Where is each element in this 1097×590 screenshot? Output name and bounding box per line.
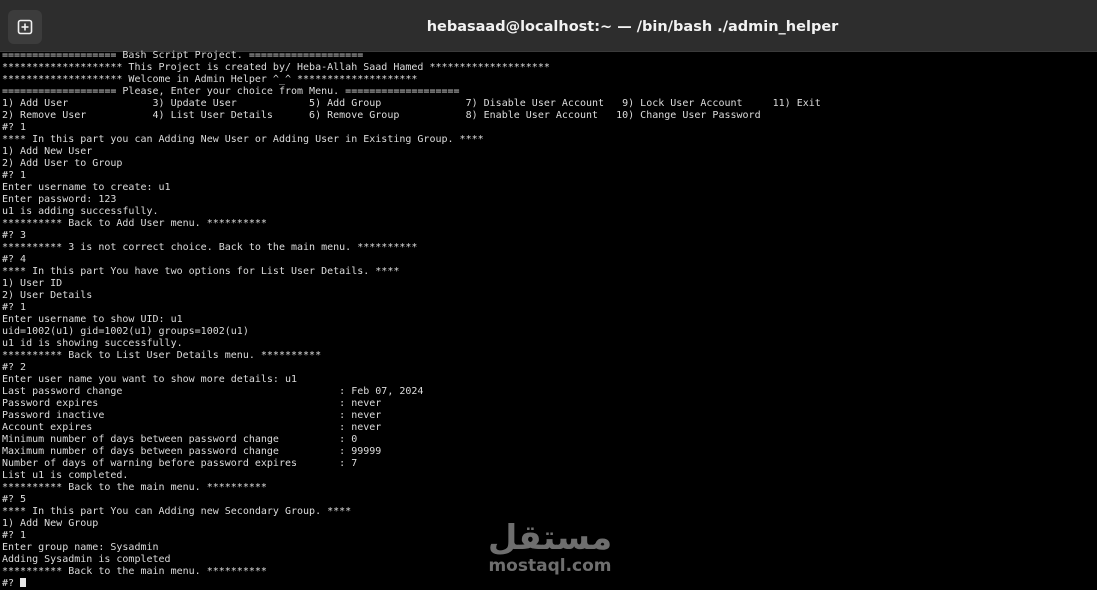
- terminal-line: Password expires : never: [2, 398, 382, 409]
- terminal-line: =================== Please, Enter your c…: [2, 86, 460, 97]
- terminal-line: u1 id is showing successfully.: [2, 338, 183, 349]
- terminal-line: Last password change : Feb 07, 2024: [2, 386, 424, 397]
- terminal-line: ********** 3 is not correct choice. Back…: [2, 242, 418, 253]
- terminal-line: #? 1: [2, 122, 27, 133]
- new-tab-button[interactable]: [8, 10, 42, 44]
- terminal-line: uid=1002(u1) gid=1002(u1) groups=1002(u1…: [2, 326, 249, 337]
- terminal-line: 1) Add New Group: [2, 518, 99, 529]
- terminal-line: 1) Add New User: [2, 146, 93, 157]
- terminal-line: Adding Sysadmin is completed: [2, 554, 171, 565]
- terminal-line: #? 2: [2, 362, 27, 373]
- terminal-line: Enter group name: Sysadmin: [2, 542, 159, 553]
- terminal-output[interactable]: =================== Bash Script Project.…: [2, 50, 1095, 590]
- new-tab-plus-icon: [17, 19, 33, 35]
- terminal-prompt-line[interactable]: #?: [2, 578, 1095, 590]
- terminal-line: #? 1: [2, 530, 27, 541]
- terminal-line: #? 1: [2, 170, 27, 181]
- terminal-line: ********** Back to the main menu. ******…: [2, 566, 267, 577]
- terminal-line: ********** Back to the main menu. ******…: [2, 482, 267, 493]
- terminal-window: hebasaad@localhost:~ — /bin/bash ./admin…: [0, 0, 1097, 590]
- terminal-line: **** In this part You can Adding new Sec…: [2, 506, 352, 517]
- text-cursor: [20, 578, 27, 587]
- terminal-line: #? 5: [2, 494, 27, 505]
- terminal-line: **** In this part you can Adding New Use…: [2, 134, 484, 145]
- shell-prompt: #?: [2, 578, 21, 589]
- terminal-line: ******************** Welcome in Admin He…: [2, 74, 418, 85]
- terminal-line: 2) User Details: [2, 290, 93, 301]
- terminal-line: ******************** This Project is cre…: [2, 62, 550, 73]
- terminal-line: Enter username to create: u1: [2, 182, 171, 193]
- terminal-line: Account expires : never: [2, 422, 382, 433]
- terminal-line: Password inactive : never: [2, 410, 382, 421]
- terminal-line: 1) User ID: [2, 278, 63, 289]
- terminal-line: Number of days of warning before passwor…: [2, 458, 358, 469]
- terminal-line: 2) Add User to Group: [2, 158, 123, 169]
- terminal-line: u1 is adding successfully.: [2, 206, 159, 217]
- terminal-line: =================== Bash Script Project.…: [2, 50, 364, 61]
- terminal-line: #? 1: [2, 302, 27, 313]
- terminal-line: Maximum number of days between password …: [2, 446, 382, 457]
- terminal-line: Minimum number of days between password …: [2, 434, 358, 445]
- terminal-line: List u1 is completed.: [2, 470, 129, 481]
- terminal-line: #? 3: [2, 230, 27, 241]
- terminal-line: ********** Back to List User Details men…: [2, 350, 322, 361]
- terminal-line: 1) Add User 3) Update User 5) Add Group …: [2, 98, 821, 109]
- terminal-line: Enter username to show UID: u1: [2, 314, 183, 325]
- terminal-line: ********** Back to Add User menu. ******…: [2, 218, 267, 229]
- terminal-line: Enter password: 123: [2, 194, 117, 205]
- title-bar: hebasaad@localhost:~ — /bin/bash ./admin…: [0, 0, 1097, 52]
- terminal-line: **** In this part You have two options f…: [2, 266, 400, 277]
- terminal-line: Enter user name you want to show more de…: [2, 374, 298, 385]
- terminal-line: 2) Remove User 4) List User Details 6) R…: [2, 110, 761, 121]
- window-title: hebasaad@localhost:~ — /bin/bash ./admin…: [426, 19, 839, 35]
- terminal-line: #? 4: [2, 254, 27, 265]
